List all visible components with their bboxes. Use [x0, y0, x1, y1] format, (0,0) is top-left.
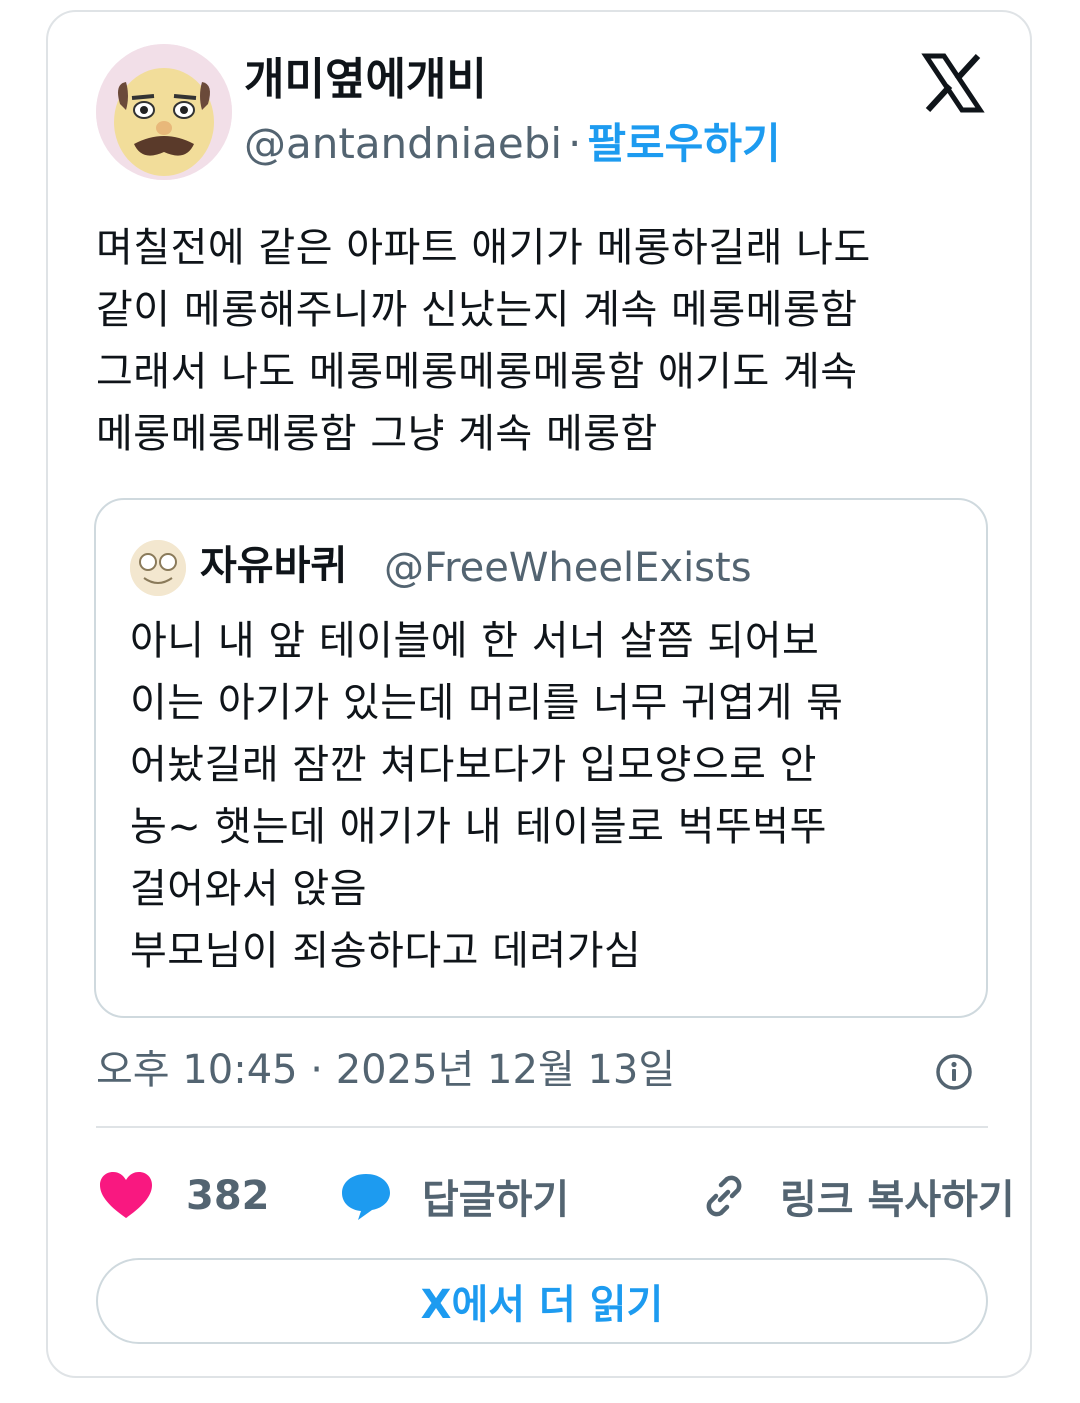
- copy-link-button[interactable]: 링크 복사하기: [696, 1160, 1015, 1232]
- separator-dot: ·: [568, 119, 582, 168]
- divider: [96, 1126, 988, 1128]
- quoted-tweet[interactable]: 자유바퀴 @FreeWheelExists 아니 내 앞 테이블에 한 서너 살…: [94, 498, 988, 1018]
- author-handle-row: @antandniaebi · 팔로우하기: [244, 116, 781, 172]
- author-handle[interactable]: @antandniaebi: [244, 119, 562, 168]
- author-display-name[interactable]: 개미옆에개비: [244, 52, 487, 108]
- copy-link-label: 링크 복사하기: [780, 1177, 1015, 1223]
- read-more-label: X에서 더 읽기: [420, 1282, 664, 1328]
- follow-button[interactable]: 팔로우하기: [587, 119, 780, 168]
- quoted-author-handle: @FreeWheelExists: [384, 545, 752, 591]
- quoted-author-name: 자유바퀴: [200, 543, 348, 589]
- heart-icon: [100, 1172, 152, 1218]
- x-logo-icon[interactable]: [920, 50, 986, 116]
- quoted-author-avatar: [130, 540, 186, 596]
- reply-button[interactable]: 답글하기: [338, 1160, 569, 1232]
- reply-label: 답글하기: [422, 1177, 570, 1223]
- speech-bubble-icon: [342, 1174, 390, 1220]
- quoted-tweet-text: 아니 내 앞 테이블에 한 서너 살쯤 되어보 이는 아기가 있는데 머리를 너…: [130, 618, 844, 974]
- action-bar: 382 답글하기 링크 복사하기: [96, 1160, 1015, 1232]
- tweet-timestamp[interactable]: 오후 10:45 · 2025년 12월 13일: [96, 1042, 675, 1098]
- like-button[interactable]: 382: [96, 1160, 270, 1232]
- embedded-tweet-card[interactable]: 개미옆에개비 @antandniaebi · 팔로우하기 며칠전에 같은 아파트 애…: [46, 10, 1032, 1378]
- link-icon: [706, 1175, 742, 1217]
- author-avatar[interactable]: [96, 44, 232, 180]
- like-count: 382: [186, 1173, 270, 1219]
- tweet-text: 며칠전에 같은 아파트 애기가 메롱하길래 나도 같이 메롱해주니까 신났는지 …: [96, 225, 871, 457]
- info-icon[interactable]: [934, 1052, 974, 1092]
- read-more-on-x-button[interactable]: X에서 더 읽기: [96, 1258, 988, 1344]
